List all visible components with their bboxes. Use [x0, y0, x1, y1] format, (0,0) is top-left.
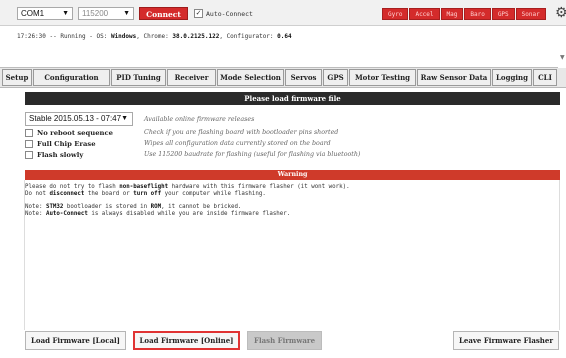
load-firmware-online-button[interactable]: Load Firmware [Online] — [133, 331, 240, 350]
load-firmware-local-button[interactable]: Load Firmware [Local] — [25, 331, 126, 350]
warning-panel: Please do not try to flash non-basefligh… — [24, 180, 560, 330]
chevron-down-icon: ▼ — [123, 10, 130, 17]
tab-configuration[interactable]: Configuration — [33, 69, 110, 86]
auto-connect-toggle[interactable]: ✓ Auto-Connect — [194, 8, 253, 19]
firmware-flasher-panel: Please load firmware file Stable 2015.05… — [0, 88, 560, 358]
tab-setup[interactable]: Setup — [2, 69, 32, 86]
option-flash-slowly[interactable]: Flash slowly — [25, 150, 83, 160]
option-full-chip-erase[interactable]: Full Chip Erase — [25, 139, 96, 149]
tab-receiver[interactable]: Receiver — [167, 69, 216, 86]
full-chip-erase-checkbox[interactable] — [25, 140, 33, 148]
tab-servos[interactable]: Servos — [285, 69, 322, 86]
tab-bar: Setup Configuration PID Tuning Receiver … — [0, 68, 566, 88]
sensor-accel: Accel — [409, 8, 440, 20]
option-desc: Use 115200 baudrate for flashing (useful… — [144, 151, 361, 158]
chevron-down-icon: ▼ — [121, 115, 128, 122]
sensor-sonar: Sonar — [515, 8, 546, 20]
tab-pid-tuning[interactable]: PID Tuning — [111, 69, 166, 86]
firmware-version-desc: Available online firmware releases — [144, 116, 255, 123]
port-value: COM1 — [21, 9, 45, 18]
option-desc: Check if you are flashing board with boo… — [144, 129, 339, 136]
warning-line: Do not disconnect the board or turn off … — [25, 191, 266, 197]
port-select[interactable]: COM1 ▼ — [17, 7, 73, 20]
tab-gps[interactable]: GPS — [323, 69, 348, 86]
baud-select[interactable]: 115200 ▼ — [78, 7, 134, 20]
no-reboot-checkbox[interactable] — [25, 129, 33, 137]
option-label: Full Chip Erase — [37, 140, 96, 148]
tab-logging[interactable]: Logging — [492, 69, 532, 86]
sensor-gyro: Gyro — [382, 8, 409, 20]
sensor-status-bar: Gyro Accel Mag Baro GPS Sonar — [382, 8, 546, 20]
chevron-down-icon: ▼ — [62, 10, 69, 17]
flash-slowly-checkbox[interactable] — [25, 151, 33, 159]
flash-firmware-button[interactable]: Flash Firmware — [247, 331, 322, 350]
warning-line: Note: Auto-Connect is always disabled wh… — [25, 211, 291, 217]
tab-mode-selection[interactable]: Mode Selection — [217, 69, 284, 86]
warning-line: Please do not try to flash non-basefligh… — [25, 184, 350, 190]
option-label: Flash slowly — [37, 151, 84, 159]
sensor-baro: Baro — [464, 8, 491, 20]
option-desc: Wipes all configuration data currently s… — [144, 140, 331, 147]
connect-button[interactable]: Connect — [139, 7, 188, 20]
top-toolbar: COM1 ▼ 115200 ▼ Connect ✓ Auto-Connect G… — [0, 0, 566, 26]
leave-firmware-flasher-button[interactable]: Leave Firmware Flasher — [453, 331, 559, 350]
tab-cli[interactable]: CLI — [533, 69, 557, 86]
option-label: No reboot sequence — [37, 129, 113, 137]
warning-line: Note: STM32 bootloader is stored in ROM,… — [25, 204, 242, 210]
sensor-gps: GPS — [491, 8, 515, 20]
tab-raw-sensor-data[interactable]: Raw Sensor Data — [417, 69, 491, 86]
auto-connect-checkbox[interactable]: ✓ — [194, 9, 203, 18]
auto-connect-label: Auto-Connect — [206, 9, 253, 18]
baud-value: 115200 — [82, 9, 109, 18]
tab-motor-testing[interactable]: Motor Testing — [349, 69, 416, 86]
log-line: 17:26:30 -- Running - OS: Windows, Chrom… — [17, 33, 292, 40]
gear-icon[interactable]: ⚙ — [555, 5, 566, 21]
status-log: 17:26:30 -- Running - OS: Windows, Chrom… — [0, 26, 565, 68]
page-title: Please load firmware file — [25, 92, 560, 105]
firmware-version-value: Stable 2015.05.13 - 07:47 — [29, 114, 122, 123]
firmware-version-select[interactable]: Stable 2015.05.13 - 07:47 ▼ — [25, 112, 133, 126]
warning-header: Warning — [25, 170, 560, 180]
scroll-down-icon[interactable]: ▼ — [560, 54, 565, 61]
sensor-mag: Mag — [440, 8, 464, 20]
option-no-reboot[interactable]: No reboot sequence — [25, 128, 113, 138]
